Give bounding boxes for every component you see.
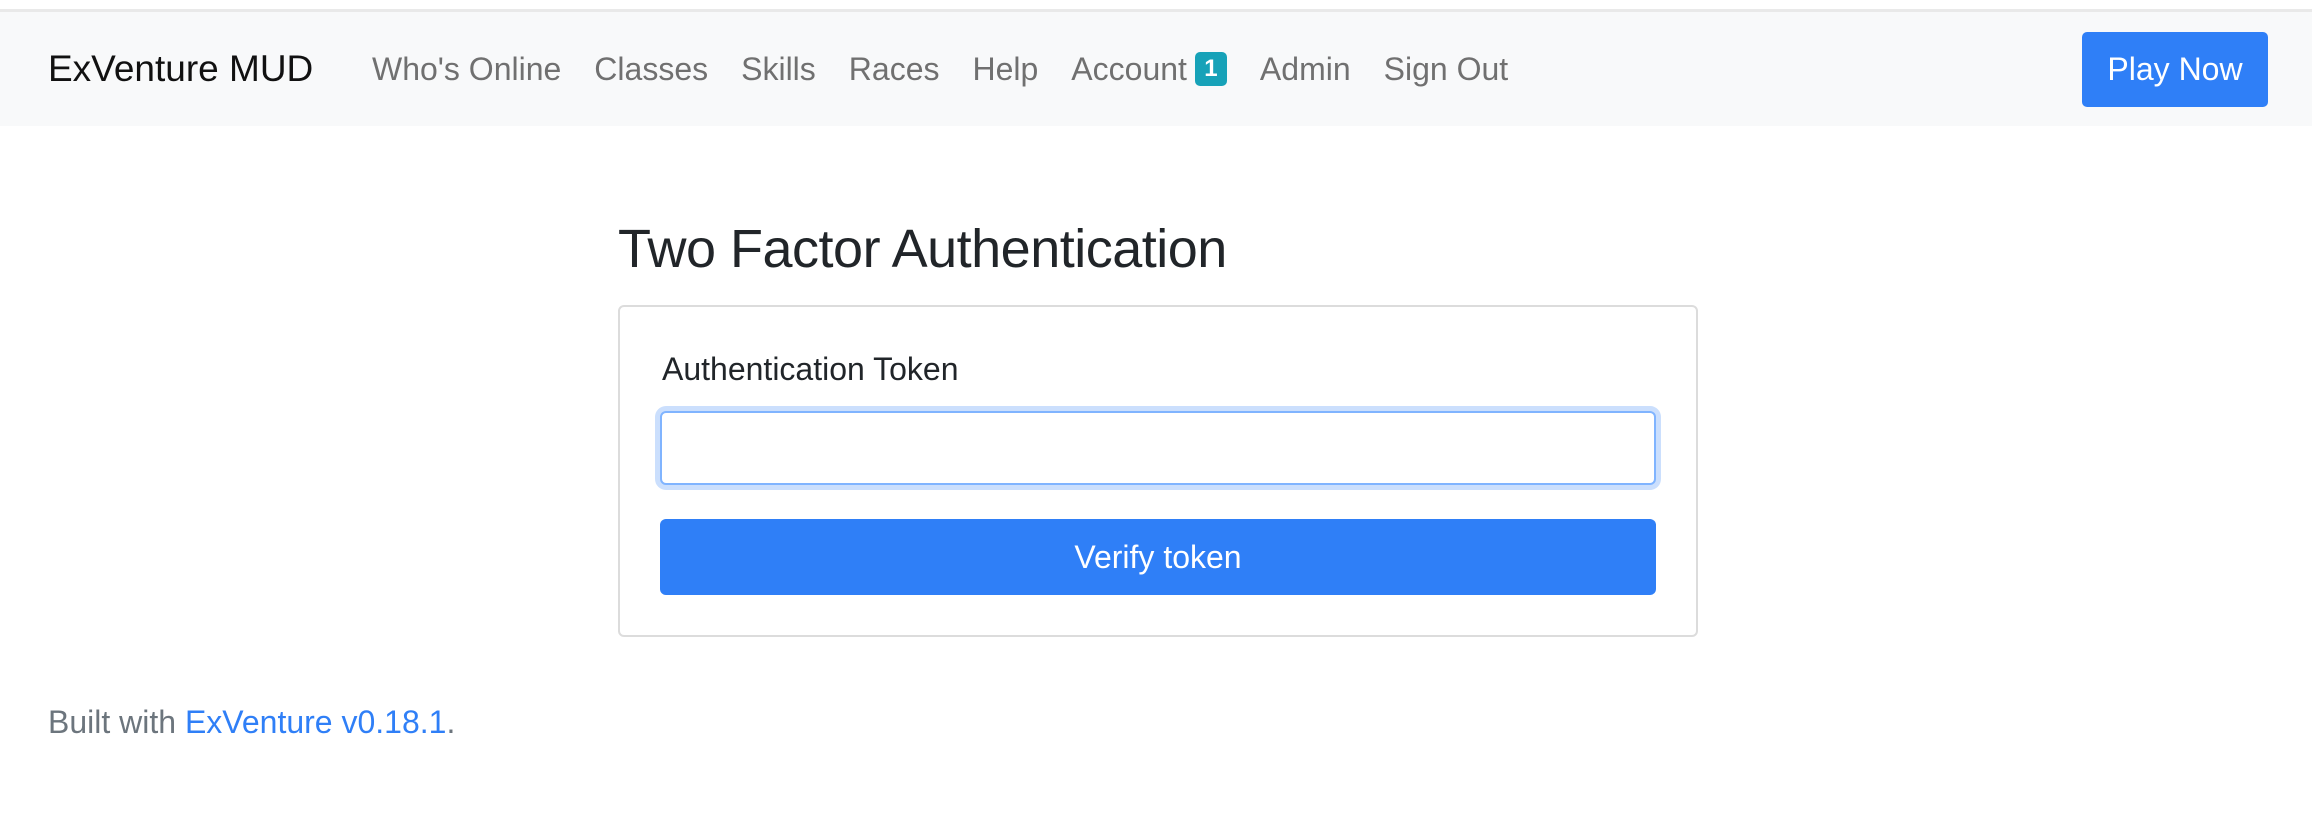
nav-link-account[interactable]: Account 1 [1071,51,1227,88]
authentication-token-input[interactable] [660,411,1656,485]
verify-token-button[interactable]: Verify token [660,519,1656,595]
footer-prefix: Built with [48,704,185,740]
two-factor-form-card: Authentication Token Verify token [618,305,1698,637]
brand-link[interactable]: ExVenture MUD [48,12,313,126]
nav-link-races[interactable]: Races [849,51,940,88]
nav-link-whos-online[interactable]: Who's Online [372,51,561,88]
nav-link-skills[interactable]: Skills [741,51,816,88]
play-now-button[interactable]: Play Now [2082,32,2268,107]
page-title: Two Factor Authentication [618,219,1227,279]
nav-link-account-label: Account [1071,50,1187,87]
token-field-label: Authentication Token [662,351,959,387]
navbar: ExVenture MUD Who's Online Classes Skill… [0,12,2312,126]
nav-links: Who's Online Classes Skills Races Help A… [372,12,1541,126]
account-notification-badge: 1 [1194,52,1227,86]
nav-link-classes[interactable]: Classes [594,51,708,88]
exventure-version-link[interactable]: ExVenture v0.18.1 [185,704,447,740]
nav-link-sign-out[interactable]: Sign Out [1384,51,1509,88]
window-top-edge [0,0,2312,12]
nav-link-help[interactable]: Help [972,51,1038,88]
nav-link-admin[interactable]: Admin [1260,51,1351,88]
footer: Built with ExVenture v0.18.1. [48,704,455,741]
footer-suffix: . [446,704,456,740]
